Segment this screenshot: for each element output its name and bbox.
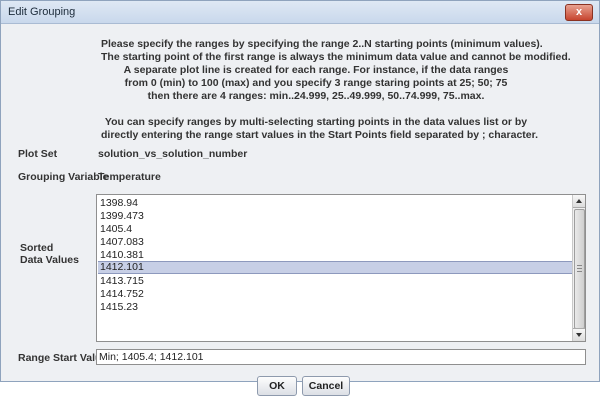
instruction-line: from 0 (min) to 100 (max) and you specif… [124, 77, 508, 89]
plot-set-label: Plot Set [18, 148, 58, 160]
sorted-data-values-label: Sorted Data Values [20, 242, 79, 266]
close-button[interactable]: x [565, 4, 593, 21]
dialog-content: Please specify the ranges by specifying … [1, 24, 599, 396]
title-bar[interactable]: Edit Grouping x [1, 1, 599, 24]
instruction-spacer [101, 103, 531, 116]
instruction-line: directly entering the range start values… [101, 129, 539, 141]
grip-line [577, 271, 582, 272]
list-item[interactable]: 1398.94 [98, 197, 572, 209]
list-item[interactable]: 1413.715 [98, 275, 572, 287]
edit-grouping-dialog: Edit Grouping x Please specify the range… [0, 0, 600, 396]
scroll-thumb[interactable] [574, 209, 585, 329]
cancel-button[interactable]: Cancel [302, 376, 350, 396]
list-item[interactable]: 1405.4 [98, 223, 572, 235]
scroll-up-button[interactable] [573, 195, 585, 208]
instruction-line: You can specify ranges by multi-selectin… [104, 116, 528, 128]
sorted-values-listbox[interactable]: 1398.94 1399.473 1405.4 1407.083 1410.38… [96, 194, 586, 342]
list-item[interactable]: 1399.473 [98, 210, 572, 222]
instruction-line: then there are 4 ranges: min..24.999, 25… [147, 90, 485, 102]
grip-line [577, 268, 582, 269]
range-start-input[interactable]: Min; 1405.4; 1412.101 [96, 349, 586, 365]
instructions-text: Please specify the ranges by specifying … [101, 38, 571, 142]
list-item[interactable]: 1415.23 [98, 301, 572, 313]
list-item[interactable]: 1414.752 [98, 288, 572, 300]
instruction-line: Please specify the ranges by specifying … [101, 38, 543, 50]
instruction-line: The starting point of the first range is… [101, 51, 571, 63]
dialog-title: Edit Grouping [8, 6, 76, 18]
ok-button[interactable]: OK [257, 376, 297, 396]
close-icon: x [575, 6, 583, 18]
grip-line [577, 265, 582, 266]
grouping-variable-label: Grouping Variable [18, 171, 109, 183]
scroll-down-button[interactable] [573, 328, 585, 341]
list-item-selected[interactable]: 1412.101 [98, 261, 572, 274]
grouping-variable-value: Temperature [98, 171, 161, 183]
plot-set-value: solution_vs_solution_number [98, 148, 248, 160]
list-item[interactable]: 1410.381 [98, 249, 572, 261]
arrow-up-icon [576, 199, 582, 203]
arrow-down-icon [576, 333, 582, 337]
sorted-label-line: Data Values [20, 254, 79, 266]
list-item[interactable]: 1407.083 [98, 236, 572, 248]
sorted-label-line: Sorted [20, 242, 54, 254]
instruction-line: A separate plot line is created for each… [123, 64, 509, 76]
listbox-scrollbar[interactable] [572, 195, 585, 341]
